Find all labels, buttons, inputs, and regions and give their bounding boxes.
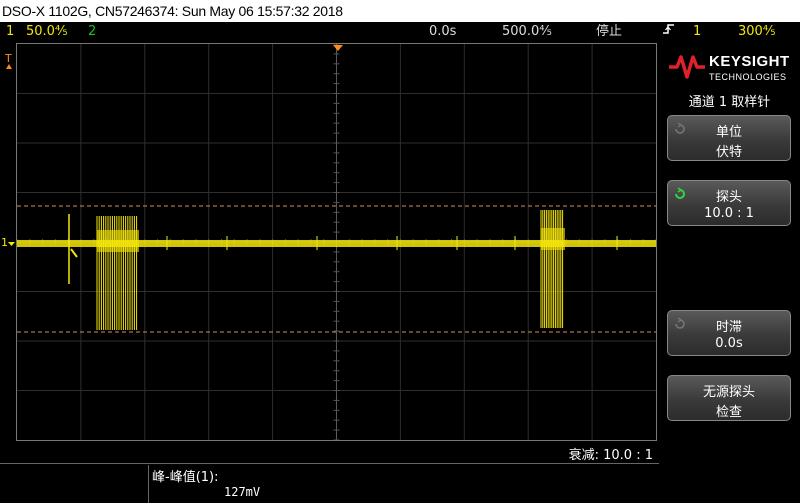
ch1-scale[interactable]: 50.0⅘ [26, 22, 68, 42]
status-bar: 1 50.0⅘ 2 0.0s 500.0⅘ 停止 1 300⅘ [0, 22, 800, 42]
keysight-logo: KEYSIGHT TECHNOLOGIES [665, 47, 795, 87]
ch1-number[interactable]: 1 [6, 22, 14, 42]
menu-title: 通道 1 取样针 [688, 95, 771, 110]
passive-probe-check-softkey[interactable]: 无源探头 检查 [667, 375, 791, 421]
waveform-display[interactable] [16, 43, 657, 441]
trigger-marker-label: T [4, 52, 12, 65]
measurement-name: 峰-峰值(1): [152, 470, 219, 485]
check-label: 检查 [715, 405, 742, 420]
ch1-ground-marker[interactable]: 1 [0, 234, 16, 252]
softkey-panel: KEYSIGHT TECHNOLOGIES 通道 1 取样针 单位 伏特 探头 … [659, 43, 800, 503]
ch2-number[interactable]: 2 [88, 22, 96, 42]
skew-label: 时滞 [715, 320, 742, 335]
trigger-channel: 1 [693, 24, 702, 39]
trace-glitch [70, 248, 78, 258]
units-value: 伏特 [715, 145, 742, 160]
keysight-wave-icon [669, 55, 705, 79]
time-scale[interactable]: 500.0⅘ [502, 22, 552, 42]
measurement-peak-to-peak[interactable]: 峰-峰值(1): 127mV [148, 465, 260, 503]
trigger-position-marker [333, 45, 343, 51]
skew-value: 0.0s [715, 336, 743, 351]
brand-sub: TECHNOLOGIES [709, 72, 787, 82]
trigger-level: 300⅘ [738, 24, 776, 39]
passive-probe-label: 无源探头 [702, 385, 755, 400]
probe-softkey[interactable]: 探头 10.0 : 1 [667, 180, 791, 226]
probe-label: 探头 [715, 190, 742, 205]
brand-name: KEYSIGHT [709, 53, 790, 70]
units-label: 单位 [715, 125, 742, 140]
measurement-bar: 衰减: 10.0 : 1 峰-峰值(1): 127mV [0, 441, 659, 503]
units-softkey[interactable]: 单位 伏特 [667, 115, 791, 161]
run-state: 停止 [596, 24, 623, 39]
window-title: DSO-X 1102G, CN57246374: Sun May 06 15:5… [0, 0, 800, 22]
trace-burst [97, 230, 139, 252]
divider [0, 463, 659, 464]
ch1-ground-label: 1 [1, 236, 8, 249]
attenuation-readout: 衰减: 10.0 : 1 [568, 448, 653, 463]
probe-value: 10.0 : 1 [704, 206, 754, 221]
trace-burst [541, 228, 565, 250]
skew-softkey[interactable]: 时滞 0.0s [667, 310, 791, 356]
time-delay[interactable]: 0.0s [429, 22, 456, 42]
rising-edge-trigger-icon [662, 22, 676, 43]
trigger-level-marker[interactable]: T [2, 50, 16, 70]
measurement-value: 127mV [224, 485, 261, 499]
